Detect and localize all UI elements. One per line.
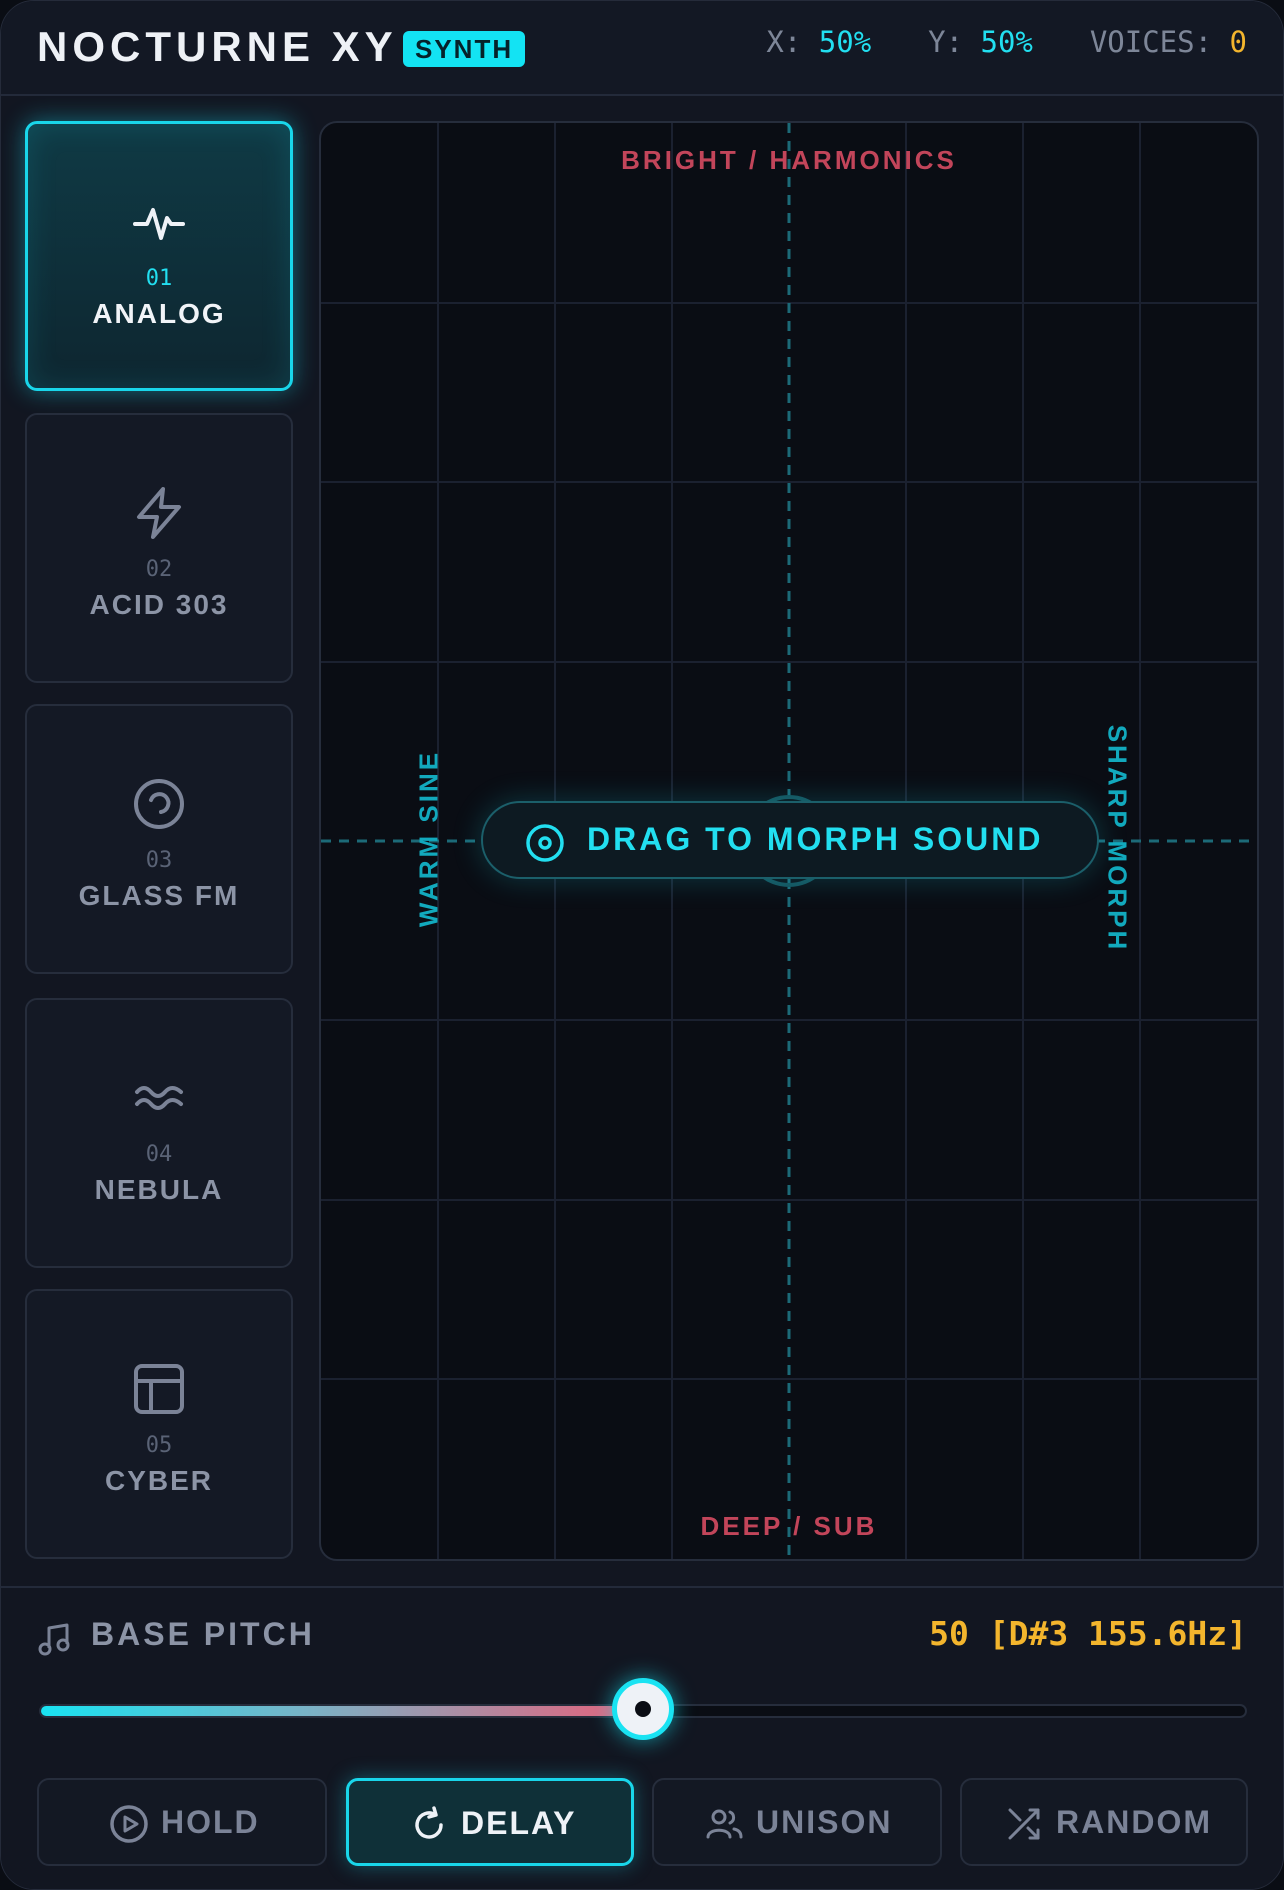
preset-name: ANALOG [92,298,226,329]
pad-label-left: WARM SINE [413,749,444,928]
random-button-label: RANDOM [1056,1804,1212,1840]
drag-hint-text: DRAG TO MORPH SOUND [587,821,1044,857]
shuffle-icon [1008,1808,1040,1840]
preset-cyber[interactable]: 05 CYBER [25,1289,293,1559]
hold-button[interactable]: HOLD [37,1778,327,1866]
preset-analog[interactable]: 01 ANALOG [25,121,293,391]
preset-acid-303[interactable]: 02 ACID 303 [25,413,293,683]
refresh-icon [415,1806,443,1839]
preset-name: CYBER [104,1465,213,1496]
unison-button[interactable]: UNISON [652,1778,942,1866]
xy-pad[interactable]: BRIGHT / HARMONICS DEEP / SUB WARM SINE … [319,121,1259,1561]
base-pitch-value: 50 [D#3 155.6Hz] [929,1614,1247,1653]
slider-thumb-dot [635,1701,651,1717]
drag-hint-pill: DRAG TO MORPH SOUND [481,801,1099,879]
layout-panel-icon [134,1364,184,1414]
delay-button[interactable]: DELAY [346,1778,634,1866]
slider-fill [41,1706,643,1716]
synth-badge: SYNTH [403,31,526,67]
users-icon [706,1809,743,1839]
delay-button-label: DELAY [461,1805,577,1841]
pad-label-top: BRIGHT / HARMONICS [621,145,957,175]
preset-name: GLASS FM [78,880,240,911]
hold-button-label: HOLD [161,1804,260,1840]
preset-number: 05 [145,1433,173,1458]
voices-value: 0 [1229,25,1247,59]
waves-icon [135,1086,183,1110]
spiral-icon [134,779,184,829]
voices-label: VOICES: [1089,25,1213,59]
preset-number: 02 [145,557,173,582]
play-circle-icon [110,1805,148,1843]
pad-label-right: SHARP MORPH [1102,724,1133,953]
music-note-icon [38,1623,70,1656]
random-button[interactable]: RANDOM [960,1778,1248,1866]
pad-label-bottom: DEEP / SUB [700,1511,878,1541]
preset-number: 04 [145,1142,173,1167]
x-value: 50% [818,25,872,59]
y-label: Y: [928,25,964,59]
base-pitch-slider[interactable] [39,1678,1247,1740]
header: NOCTURNE XY SYNTH X: 50% Y: 50% VOICES: … [1,1,1283,96]
slider-thumb[interactable] [612,1678,674,1740]
unison-button-label: UNISON [756,1804,893,1840]
base-pitch-label: BASE PITCH [91,1616,315,1652]
preset-nebula[interactable]: 04 NEBULA [25,998,293,1268]
preset-name: NEBULA [94,1174,224,1205]
preset-number: 03 [145,848,173,873]
stats-readout: X: 50% Y: 50% VOICES: 0 [766,25,1247,59]
target-icon [526,824,564,862]
preset-name: ACID 303 [89,589,229,620]
lightning-bolt-icon [137,487,181,539]
preset-glass-fm[interactable]: 03 GLASS FM [25,704,293,974]
y-value: 50% [980,25,1033,59]
controls-section: BASE PITCH 50 [D#3 155.6Hz] HOLD DELAY U… [1,1586,1283,1889]
x-label: X: [766,25,802,59]
pulse-wave-icon [133,208,185,240]
app-title: NOCTURNE XY [37,23,398,70]
synth-app: NOCTURNE XY SYNTH X: 50% Y: 50% VOICES: … [0,0,1284,1890]
preset-number: 01 [145,266,173,291]
